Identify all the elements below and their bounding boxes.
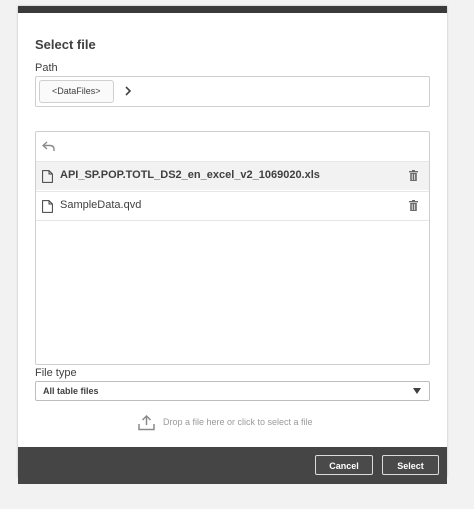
file-type-value: All table files bbox=[43, 386, 99, 396]
file-type-label: File type bbox=[35, 367, 77, 379]
file-row[interactable]: SampleData.qvd bbox=[36, 191, 429, 221]
file-type-select[interactable]: All table files bbox=[35, 381, 430, 401]
caret-down-icon bbox=[413, 388, 421, 394]
trash-icon[interactable] bbox=[409, 200, 418, 211]
file-icon bbox=[42, 200, 53, 213]
select-button[interactable]: Select bbox=[382, 455, 439, 475]
breadcrumb-datafiles[interactable]: <DataFiles> bbox=[39, 80, 114, 103]
undo-arrow-icon[interactable] bbox=[42, 140, 56, 152]
file-list: API_SP.POP.TOTL_DS2_en_excel_v2_1069020.… bbox=[35, 131, 430, 365]
file-row[interactable]: API_SP.POP.TOTL_DS2_en_excel_v2_1069020.… bbox=[36, 161, 429, 190]
select-file-dialog: Select file Path <DataFiles> API_SP.POP.… bbox=[18, 6, 447, 484]
path-label: Path bbox=[35, 62, 58, 74]
file-name: SampleData.qvd bbox=[60, 199, 142, 211]
upload-icon bbox=[138, 414, 155, 431]
file-name: API_SP.POP.TOTL_DS2_en_excel_v2_1069020.… bbox=[60, 169, 320, 181]
dialog-title: Select file bbox=[35, 37, 96, 52]
chevron-right-icon[interactable] bbox=[122, 84, 134, 98]
trash-icon[interactable] bbox=[409, 170, 418, 181]
dialog-footer: Cancel Select bbox=[18, 447, 447, 484]
drop-zone-text: Drop a file here or click to select a fi… bbox=[163, 417, 313, 427]
file-icon bbox=[42, 170, 53, 183]
cancel-button[interactable]: Cancel bbox=[315, 455, 373, 475]
path-breadcrumb-bar: <DataFiles> bbox=[35, 76, 430, 107]
